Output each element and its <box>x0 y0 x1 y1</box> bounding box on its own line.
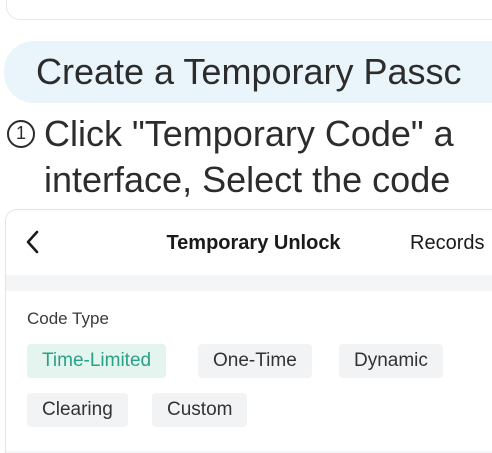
code-type-option-time-limited[interactable]: Time-Limited <box>27 344 167 378</box>
step-number-badge: 1 <box>7 120 35 148</box>
code-type-option-custom[interactable]: Custom <box>152 393 248 427</box>
step-instruction-line-2: interface, Select the code <box>44 159 451 200</box>
section-title: Create a Temporary Passc <box>36 51 462 92</box>
code-type-panel: Code Type Time-Limited One-Time Dynamic … <box>6 291 492 451</box>
previous-card <box>6 0 492 20</box>
app-screenshot: Temporary Unlock Records Code Type Time-… <box>5 209 492 453</box>
step-instruction-line-1: Click "Temporary Code" a <box>44 113 454 154</box>
records-button[interactable]: Records <box>410 230 484 256</box>
code-type-option-dynamic[interactable]: Dynamic <box>339 344 443 378</box>
tutorial-page: Create a Temporary Passc 1 Click "Tempor… <box>0 0 492 453</box>
code-type-option-clearing[interactable]: Clearing <box>27 393 128 427</box>
code-type-option-one-time[interactable]: One-Time <box>198 344 312 378</box>
nav-bar: Temporary Unlock Records <box>6 210 492 275</box>
code-type-label: Code Type <box>27 309 109 328</box>
